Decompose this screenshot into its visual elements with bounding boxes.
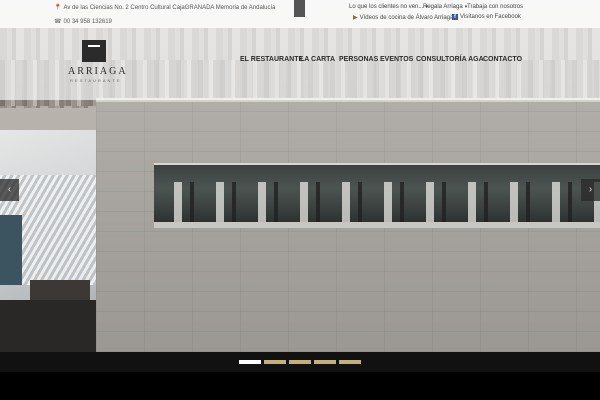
terrace-ledge xyxy=(154,222,600,228)
top-info-bar: 📍 Av de las Ciencias No. 2 Centro Cultura… xyxy=(0,0,600,28)
youtube-icon: ▶ xyxy=(353,15,358,21)
facebook-icon: f xyxy=(452,14,458,20)
phone-text: 00 34 958 132619 xyxy=(63,19,112,25)
toplink-facebook[interactable]: f Visítanos en Facebook xyxy=(452,14,521,20)
toplink-videos[interactable]: ▶Vídeos de cocina de Álvaro Arriaga▾ xyxy=(353,14,458,21)
slider-dot-1[interactable] xyxy=(239,360,261,364)
chevron-right-icon: › xyxy=(588,184,593,195)
slider-dot-3[interactable] xyxy=(289,360,311,364)
logo-mark[interactable] xyxy=(82,40,106,62)
toplink-clients[interactable]: Lo que los clientes no ven... ▾ xyxy=(349,4,428,10)
chevron-left-icon: ‹ xyxy=(7,184,12,195)
toplink-regala[interactable]: Regala Arriaga ▾ xyxy=(423,4,467,10)
toggle-tab[interactable] xyxy=(294,0,305,17)
address: 📍 Av de las Ciencias No. 2 Centro Cultura… xyxy=(54,4,275,12)
slider-next-button[interactable]: › xyxy=(581,179,600,201)
slider-dot-2[interactable] xyxy=(264,360,286,364)
nav-eventos[interactable]: EVENTOS xyxy=(380,56,413,63)
nav-consultoria-aga[interactable]: CONSULTORÍA AGA xyxy=(416,56,484,63)
logo-subtitle: RESTAURANTE xyxy=(70,78,122,83)
toplink-trabaja[interactable]: Trabaja con nosotros xyxy=(467,4,523,10)
slider-dot-5[interactable] xyxy=(339,360,361,364)
phone-icon: ☎ xyxy=(54,19,62,25)
glass-facade xyxy=(0,215,22,285)
logo-name[interactable]: ARRIAGA xyxy=(68,66,128,77)
slider-prev-button[interactable]: ‹ xyxy=(0,179,19,201)
address-text: Av de las Ciencias No. 2 Centro Cultural… xyxy=(63,5,276,11)
slider-dot-4[interactable] xyxy=(314,360,336,364)
site-header: ARRIAGA RESTAURANTE EL RESTAURANTE LA CA… xyxy=(0,28,600,100)
nav-personas[interactable]: PERSONAS xyxy=(339,56,378,63)
phone[interactable]: ☎ 00 34 958 132619 xyxy=(54,18,112,25)
nav-el-restaurante[interactable]: EL RESTAURANTE xyxy=(240,56,303,63)
map-pin-icon: 📍 xyxy=(54,5,62,11)
nav-contacto[interactable]: CONTACTO xyxy=(483,56,522,63)
page-content-below xyxy=(0,372,600,400)
restaurant-tables xyxy=(160,182,600,222)
nav-la-carta[interactable]: LA CARTA xyxy=(300,56,335,63)
